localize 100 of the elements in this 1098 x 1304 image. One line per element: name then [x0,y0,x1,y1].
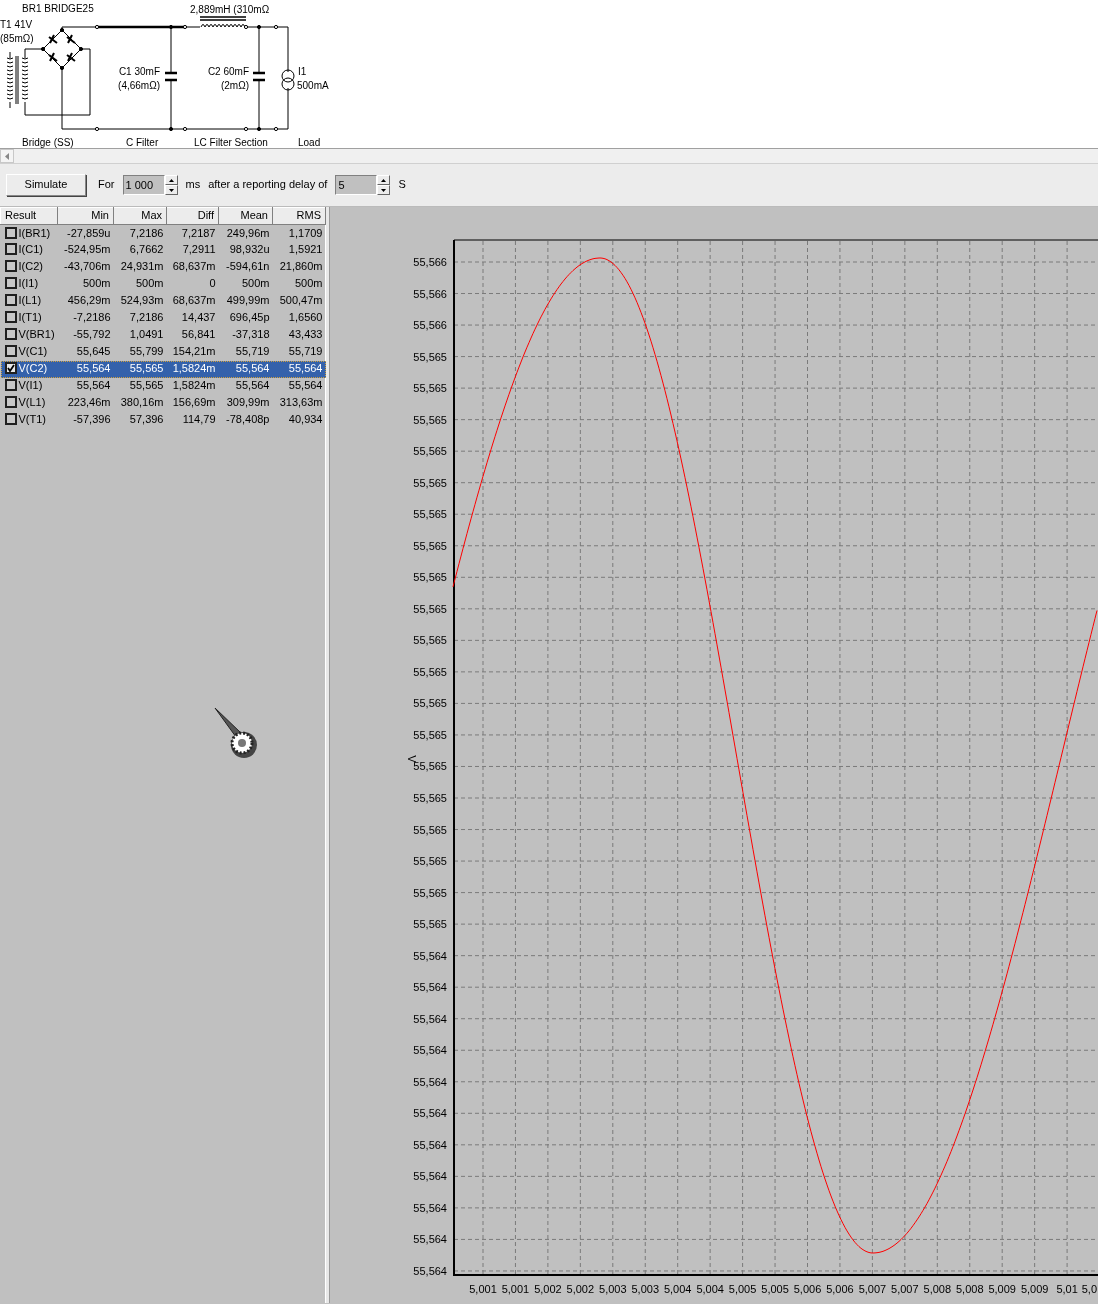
signal-name: I(T1) [18,311,42,324]
y-tick-label: 55,565 [413,350,447,363]
table-cell-text: 1,5921 [287,242,324,258]
spin-down-button[interactable] [164,185,178,195]
x-tick-label: 5,007 [891,1283,919,1295]
x-tick-label: 5,008 [956,1283,984,1295]
table-cell: 55,565 [113,377,167,395]
result-row[interactable]: I(BR1) -27,859u 7,2186 7,2187 249,96m 1,1709 [0,224,326,242]
y-tick-label: 55,565 [413,445,447,458]
simulate-button[interactable]: Simulate [6,174,86,196]
signal-name: I(L1) [18,294,42,307]
spin-up-button[interactable] [164,175,178,185]
table-cell-text: 500m [134,276,165,292]
y-tick-label: 55,564 [413,1201,447,1214]
y-tick-label: 55,564 [413,981,447,994]
checkbox[interactable] [4,277,17,290]
table-cell-text: 7,2911 [181,242,217,258]
y-tick-label: 55,565 [413,476,447,489]
column-header[interactable]: Result [0,207,58,225]
result-row[interactable]: V(T1) -57,396 57,396 114,79 -78,408p 40,934 [0,411,326,429]
y-tick-label: 55,564 [413,1012,447,1025]
component-label: 2,889mH (310mΩ [190,4,270,15]
spin-up-button[interactable] [377,175,391,185]
y-tick-label: 55,565 [413,571,447,584]
column-header[interactable]: Min [57,207,114,225]
table-cell-text: 154,21m [171,344,217,360]
horizontal-scrollbar[interactable] [0,148,1098,164]
signal-name: V(BR1) [18,328,55,341]
table-cell-text: 499,99m [225,293,271,309]
checkbox[interactable] [4,379,17,392]
checkbox[interactable] [4,260,17,273]
y-tick-label: 55,564 [413,1233,447,1246]
table-cell: 1,5824m [166,360,219,378]
y-tick-label: 55,565 [413,382,447,395]
result-row[interactable]: V(L1) 223,46m 380,16m 156,69m 309,99m 313,63m [0,394,326,412]
table-cell: -27,859u [57,224,114,242]
table-cell: 55,564 [57,360,114,378]
section-label: Bridge (SS) [22,137,74,148]
table-cell: 55,564 [218,377,273,395]
x-tick-label: 5,004 [696,1283,724,1295]
checkbox[interactable] [4,362,17,375]
column-header[interactable]: Mean [218,207,273,225]
table-cell-text: 7,2186 [128,310,165,326]
result-row[interactable]: I(T1) -7,2186 7,2186 14,437 696,45p 1,6560 [0,309,326,327]
column-header[interactable]: RMS [272,207,326,225]
table-cell-text: 500m [293,276,324,292]
table-cell-text: 56,841 [180,327,217,343]
checkbox[interactable] [4,243,17,256]
y-tick-label: 55,565 [413,634,447,647]
result-row[interactable]: I(C2) -43,706m 24,931m 68,637m -594,61n 21,860m [0,258,326,276]
result-row[interactable]: V(C2) 55,564 55,565 1,5824m 55,564 55,564 [0,360,326,378]
checkbox[interactable] [4,345,17,358]
duration-field[interactable]: 1 000 [122,175,165,195]
y-tick-label: 55,565 [413,665,447,678]
checkbox[interactable] [4,413,17,426]
table-cell-text: 0 [208,276,217,292]
x-tick-label: 5,005 [761,1283,789,1295]
result-row[interactable]: I(L1) 456,29m 524,93m 68,637m 499,99m 500,47m [0,292,326,310]
signal-name: I(BR1) [18,226,51,239]
table-cell: 55,565 [113,360,167,378]
table-cell-text: 6,7662 [128,242,165,258]
checkbox[interactable] [4,328,17,341]
component-label: C1 30mF [118,66,160,77]
table-cell-text: 1,6560 [287,310,324,326]
table-cell-text: 500,47m [278,293,324,309]
checkbox[interactable] [4,396,17,409]
splitter-handle[interactable] [325,207,330,1303]
table-cell: 7,2186 [113,224,167,242]
table-cell-text: 313,63m [278,395,324,411]
spin-down-button[interactable] [377,185,391,195]
result-row[interactable]: I(C1) -524,95m 6,7662 7,2911 98,932u 1,5921 [0,241,326,259]
table-cell-text: 98,932u [228,242,271,258]
table-cell: 249,96m [218,224,273,242]
table-cell-text: 500m [240,276,271,292]
checkbox[interactable] [4,311,17,324]
down-arrow-icon [381,188,387,192]
x-tick-label: 5,009 [1020,1283,1049,1295]
column-header[interactable]: Max [113,207,167,225]
table-cell-text: 43,433 [287,327,324,343]
result-row[interactable]: V(I1) 55,564 55,565 1,5824m 55,564 55,564 [0,377,326,395]
result-row[interactable]: V(C1) 55,645 55,799 154,21m 55,719 55,719 [0,343,326,361]
result-row[interactable]: V(BR1) -55,792 1,0491 56,841 -37,318 43,433 [0,326,326,344]
table-cell-text: -43,706m [63,259,112,275]
y-tick-label: 55,564 [413,1138,447,1151]
table-cell-text: 456,29m [66,293,112,309]
checkbox[interactable] [4,294,17,307]
down-arrow-icon [168,188,174,192]
table-cell-text: 524,93m [119,293,165,309]
signal-name: V(C2) [18,362,48,375]
signal-name: I(C1) [18,243,43,256]
table-cell-text: 500m [81,276,112,292]
left-arrow-icon[interactable] [5,152,9,160]
checkbox[interactable] [4,226,17,239]
table-cell-text: 55,799 [128,344,165,360]
result-row[interactable]: I(I1) 500m 500m 0 500m 500m [0,275,326,293]
y-tick-label: 55,565 [413,539,447,552]
signal-name: I(I1) [18,277,39,290]
table-cell-text: 1,0491 [128,327,165,343]
column-header[interactable]: Diff [166,207,219,225]
delay-field[interactable]: 5 [335,175,378,195]
